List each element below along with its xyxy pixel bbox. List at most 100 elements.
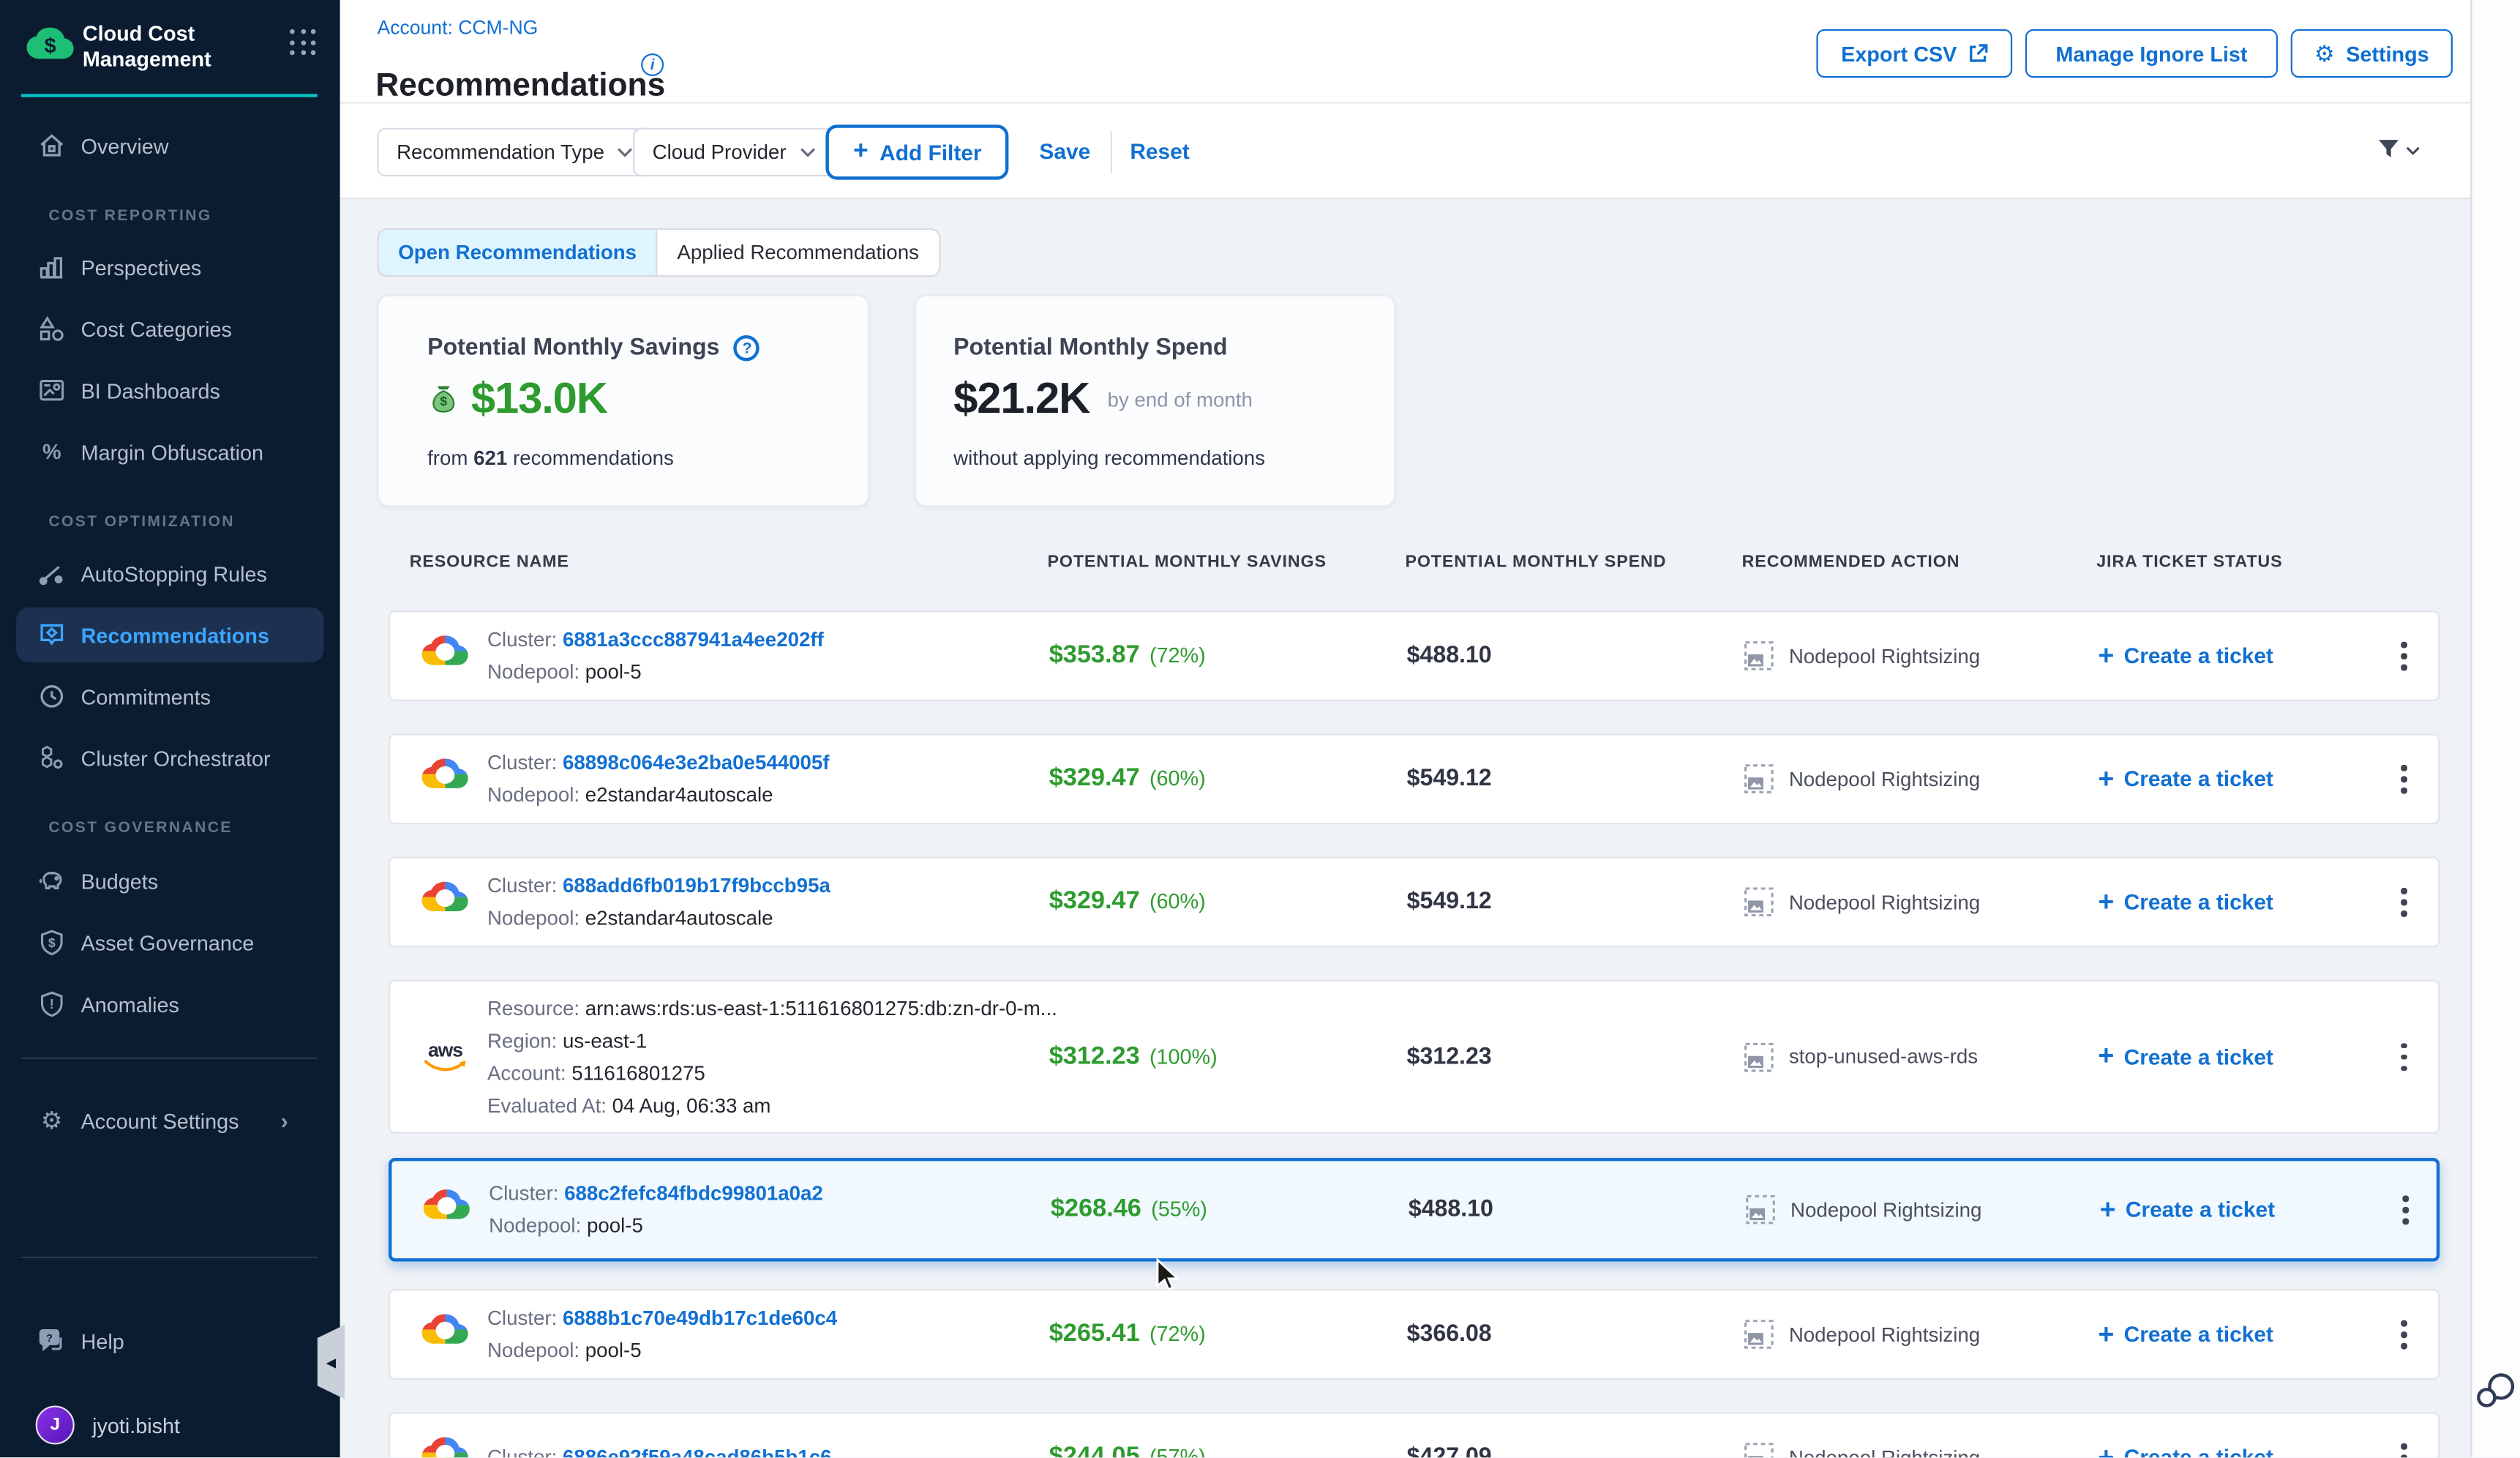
sidebar-item-budgets[interactable]: Budgets	[16, 853, 323, 908]
savings-card-title: Potential Monthly Savings	[427, 335, 719, 361]
resource-value: us-east-1	[563, 1029, 647, 1052]
cloud-provider-dropdown[interactable]: Cloud Provider	[633, 128, 835, 176]
resource-name-cell: Cluster: 688add6fb019b17f9bccb95a Nodepoo…	[487, 873, 830, 932]
sidebar-item-commitments[interactable]: Commitments	[16, 669, 323, 724]
add-filter-button[interactable]: + Add Filter	[825, 124, 1009, 179]
create-jira-ticket-button[interactable]: +Create a ticket	[2098, 890, 2273, 914]
row-menu-kebab-icon[interactable]	[2394, 1314, 2412, 1355]
resource-link[interactable]: 6888b1c70e49db17c1de60c4	[563, 1306, 837, 1329]
resource-link[interactable]: 6886e92f59a48cad86b5b1c6	[563, 1446, 832, 1457]
support-chat-icon[interactable]	[2474, 1369, 2516, 1411]
table-row[interactable]: Cluster: 688c2fefc84fbdc99801a0a2Nodepoo…	[389, 1158, 2440, 1262]
resource-link[interactable]: 688add6fb019b17f9bccb95a	[563, 875, 830, 897]
resource-link[interactable]: 68898c064e3e2ba0e544005f	[563, 752, 830, 774]
sidebar-divider	[21, 1058, 318, 1059]
create-ticket-label: Create a ticket	[2124, 890, 2273, 914]
sidebar-item-label: Overview	[81, 134, 169, 158]
reset-filter-link[interactable]: Reset	[1130, 139, 1189, 163]
resource-label: Nodepool:	[487, 907, 585, 930]
settings-button[interactable]: ⚙ Settings	[2291, 29, 2453, 78]
resource-link[interactable]: 6881a3ccc887941a4ee202ff	[563, 628, 824, 651]
filter-panel-toggle[interactable]	[2377, 138, 2420, 162]
chevron-down-icon	[2406, 145, 2420, 154]
save-filter-link[interactable]: Save	[1039, 139, 1090, 163]
sidebar-item-anomalies[interactable]: !Anomalies	[16, 976, 323, 1031]
sidebar-item-help[interactable]: ? Help	[16, 1313, 323, 1368]
cloud-cost-management-app: $ Cloud Cost Management OverviewCOST REP…	[0, 0, 2520, 1457]
savings-percent: (55%)	[1151, 1197, 1207, 1221]
create-jira-ticket-button[interactable]: +Create a ticket	[2098, 1044, 2273, 1069]
avatar: J	[36, 1405, 75, 1444]
sidebar-item-cluster-orchestrator[interactable]: Cluster Orchestrator	[16, 730, 323, 785]
create-jira-ticket-button[interactable]: +Create a ticket	[2098, 767, 2273, 791]
table-row[interactable]: Cluster: 688add6fb019b17f9bccb95a Nodepoo…	[389, 856, 2440, 947]
app-switcher-icon[interactable]	[290, 29, 318, 57]
sidebar-item-recommendations[interactable]: Recommendations	[16, 608, 323, 662]
content-right-divider	[2470, 0, 2472, 1457]
plus-icon: +	[2098, 1047, 2114, 1066]
resource-label: Cluster:	[487, 875, 563, 897]
row-menu-kebab-icon[interactable]	[2394, 635, 2412, 676]
user-menu[interactable]: J jyoti.bisht	[36, 1405, 180, 1444]
savings-subtitle: from 621 recommendations	[427, 447, 674, 470]
potential-monthly-savings-cell: $268.46 (55%)	[1051, 1195, 1207, 1225]
resource-line: Cluster: 688add6fb019b17f9bccb95a	[487, 873, 830, 899]
sidebar-item-account-settings[interactable]: ⚙ Account Settings ›	[16, 1093, 323, 1148]
tab-applied-recommendations[interactable]: Applied Recommendations	[658, 230, 939, 275]
resource-name-cell: Cluster: 6886e92f59a48cad86b5b1c6	[487, 1445, 832, 1458]
sidebar-item-autostopping-rules[interactable]: AutoStopping Rules	[16, 546, 323, 601]
recommended-action-cell: Nodepool Rightsizing	[1744, 886, 1980, 917]
sidebar-item-asset-governance[interactable]: $Asset Governance	[16, 915, 323, 970]
row-menu-kebab-icon[interactable]	[2394, 758, 2412, 799]
recommendation-type-dropdown[interactable]: Recommendation Type	[378, 128, 653, 176]
create-jira-ticket-button[interactable]: +Create a ticket	[2098, 1446, 2273, 1458]
table-row[interactable]: Cluster: 68898c064e3e2ba0e544005fNodepoo…	[389, 733, 2440, 824]
sidebar-item-overview[interactable]: Overview	[16, 119, 323, 173]
sidebar-item-bi-dashboards[interactable]: BI Dashboards	[16, 363, 323, 418]
resource-label: Cluster:	[487, 1306, 563, 1329]
info-icon[interactable]: i	[641, 53, 664, 76]
export-csv-button[interactable]: Export CSV	[1816, 29, 2012, 78]
manage-ignore-list-button[interactable]: Manage Ignore List	[2025, 29, 2278, 78]
create-ticket-label: Create a ticket	[2124, 643, 2273, 668]
question-icon[interactable]: ?	[734, 335, 760, 361]
sidebar-item-margin-obfuscation[interactable]: %Margin Obfuscation	[16, 425, 323, 479]
sidebar-item-perspectives[interactable]: Perspectives	[16, 239, 323, 294]
sidebar-item-cost-categories[interactable]: Cost Categories	[16, 302, 323, 356]
gcp-provider-icon	[422, 1184, 470, 1235]
savings-value: $268.46	[1051, 1195, 1141, 1223]
table-header: RESOURCE NAME POTENTIAL MONTHLY SAVINGS …	[389, 552, 2440, 577]
tab-open-recommendations[interactable]: Open Recommendations	[379, 230, 658, 275]
resource-link[interactable]: 688c2fefc84fbdc99801a0a2	[564, 1182, 823, 1205]
resource-name-cell: Cluster: 6881a3ccc887941a4ee202ffNodepoo…	[487, 627, 824, 685]
gcp-icon	[421, 753, 469, 797]
row-menu-kebab-icon[interactable]	[2394, 1036, 2412, 1077]
recommended-action-label: Nodepool Rightsizing	[1789, 1323, 1980, 1346]
table-row[interactable]: Cluster: 6886e92f59a48cad86b5b1c6$244.05…	[389, 1412, 2440, 1457]
resource-label: Nodepool:	[487, 1339, 585, 1362]
gcp-provider-icon	[421, 753, 469, 805]
resource-value: pool-5	[585, 661, 642, 684]
row-menu-kebab-icon[interactable]	[2396, 1189, 2415, 1230]
gcp-icon	[422, 1184, 470, 1227]
savings-value: $329.47	[1049, 887, 1140, 915]
resource-line: Evaluated At: 04 Aug, 06:33 am	[487, 1092, 1057, 1118]
page-title: Recommendations	[375, 69, 665, 106]
row-menu-kebab-icon[interactable]	[2394, 881, 2412, 922]
sidebar-item-label: Recommendations	[81, 623, 269, 647]
create-jira-ticket-button[interactable]: +Create a ticket	[2100, 1197, 2276, 1222]
row-menu-kebab-icon[interactable]	[2394, 1437, 2412, 1457]
table-row[interactable]: Cluster: 6881a3ccc887941a4ee202ffNodepoo…	[389, 610, 2440, 701]
table-row[interactable]: aws Resource: arn:aws:rds:us-east-1:5116…	[389, 980, 2440, 1134]
create-jira-ticket-button[interactable]: +Create a ticket	[2098, 1323, 2273, 1347]
app-logo-row[interactable]: $ Cloud Cost Management	[23, 16, 320, 84]
create-jira-ticket-button[interactable]: +Create a ticket	[2098, 643, 2273, 668]
spend-card-title: Potential Monthly Spend	[953, 335, 1227, 361]
resource-value: 511616801275	[571, 1061, 705, 1084]
resource-name-cell: Cluster: 6888b1c70e49db17c1de60c4 Nodepoo…	[487, 1305, 837, 1364]
breadcrumb-account[interactable]: Account: CCM-NG	[378, 16, 539, 39]
table-row[interactable]: Cluster: 6888b1c70e49db17c1de60c4 Nodepoo…	[389, 1289, 2440, 1380]
card-title-row: Potential Monthly Spend	[953, 335, 1227, 361]
resource-label: Nodepool:	[487, 784, 585, 807]
dropdown-label: Recommendation Type	[397, 141, 604, 163]
